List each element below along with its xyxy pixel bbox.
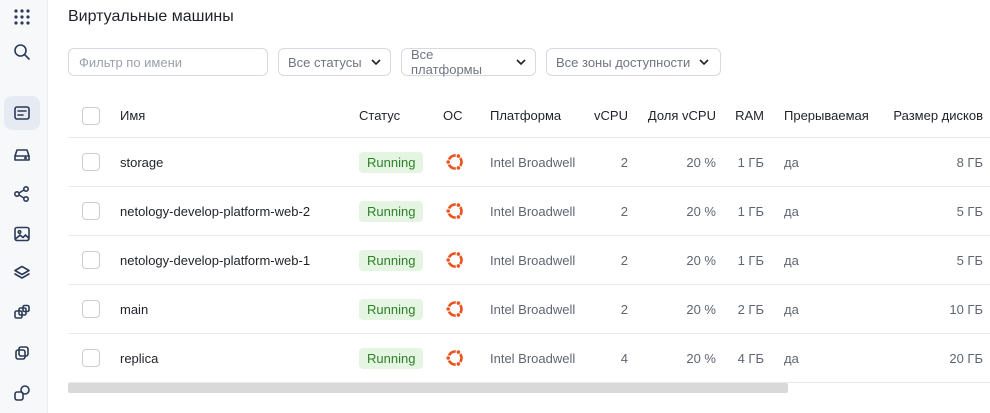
page-title: Виртуальные машины xyxy=(68,8,234,25)
vm-ram: 1 ГБ xyxy=(737,203,764,219)
vm-preemptible: да xyxy=(784,301,799,317)
column-header-name[interactable]: Имя xyxy=(120,94,145,137)
vm-vcpu-share: 20 % xyxy=(686,154,716,170)
placement-groups-icon[interactable] xyxy=(4,376,40,410)
platform-filter-dropdown[interactable]: Все платформы xyxy=(401,47,536,77)
vm-vcpu: 4 xyxy=(620,350,628,366)
vm-preemptible: да xyxy=(784,252,799,268)
zone-filter-dropdown[interactable]: Все зоны доступности xyxy=(546,48,721,76)
vm-name[interactable]: netology-develop-platform-web-2 xyxy=(120,187,310,235)
vm-ram: 1 ГБ xyxy=(737,252,764,268)
image-icon[interactable] xyxy=(4,217,40,251)
status-badge: Running xyxy=(359,298,424,320)
status-badge: Running xyxy=(359,200,424,222)
ubuntu-icon xyxy=(443,138,467,186)
table-header-row: Имя Статус ОС Платформа vCPU Доля vCPU R… xyxy=(68,94,990,138)
instance-groups-icon[interactable] xyxy=(4,296,40,330)
layers-icon[interactable] xyxy=(4,256,40,290)
vm-preemptible: да xyxy=(784,350,799,366)
disk-icon[interactable] xyxy=(4,138,40,172)
horizontal-scrollbar[interactable] xyxy=(68,383,788,393)
vm-vcpu: 2 xyxy=(620,301,628,317)
vm-vcpu-share: 20 % xyxy=(686,301,716,317)
status-badge: Running xyxy=(359,249,424,271)
table-row[interactable]: main Running Intel Broadwell 2 20 % 2 ГБ… xyxy=(68,285,990,334)
search-icon[interactable] xyxy=(4,35,40,69)
vm-disk-size: 10 ГБ xyxy=(949,301,983,317)
snapshots-icon[interactable] xyxy=(4,336,40,370)
column-header-platform[interactable]: Платформа xyxy=(490,94,561,137)
column-header-os[interactable]: ОС xyxy=(443,94,463,137)
column-header-preemptible[interactable]: Прерываемая xyxy=(784,94,869,137)
table-row[interactable]: netology-develop-platform-web-2 Running … xyxy=(68,187,990,236)
vm-platform: Intel Broadwell xyxy=(490,252,576,268)
vm-disk-size: 20 ГБ xyxy=(949,350,983,366)
vm-vcpu: 2 xyxy=(620,154,628,170)
ubuntu-icon xyxy=(443,187,467,235)
vm-name[interactable]: storage xyxy=(120,138,163,186)
vm-vcpu-share: 20 % xyxy=(686,350,716,366)
vm-name[interactable]: netology-develop-platform-web-1 xyxy=(120,236,310,284)
vm-name[interactable]: replica xyxy=(120,334,158,382)
row-checkbox[interactable] xyxy=(82,251,100,269)
vm-platform: Intel Broadwell xyxy=(490,350,576,366)
status-filter-dropdown[interactable]: Все статусы xyxy=(278,48,391,76)
vm-disk-size: 5 ГБ xyxy=(956,252,983,268)
network-icon[interactable] xyxy=(4,177,40,211)
column-header-vcpu[interactable]: vCPU xyxy=(588,94,628,137)
table-row[interactable]: storage Running Intel Broadwell 2 20 % 1… xyxy=(68,138,990,187)
platform-filter-label: Все платформы xyxy=(411,47,482,77)
table-row[interactable]: replica Running Intel Broadwell 4 20 % 4… xyxy=(68,334,990,383)
column-header-vcpu-share[interactable]: Доля vCPU xyxy=(648,94,716,137)
row-checkbox[interactable] xyxy=(82,300,100,318)
vm-disk-size: 8 ГБ xyxy=(956,154,983,170)
ubuntu-icon xyxy=(443,334,467,382)
status-filter-label: Все статусы xyxy=(288,54,362,70)
vm-ram: 1 ГБ xyxy=(737,154,764,170)
chevron-down-icon xyxy=(698,56,710,68)
vm-vcpu: 2 xyxy=(620,252,628,268)
sidebar xyxy=(0,0,48,413)
column-header-disk-size[interactable]: Размер дисков xyxy=(891,94,983,137)
zone-filter-label: Все зоны доступности xyxy=(556,54,691,70)
status-badge: Running xyxy=(359,151,424,173)
row-checkbox[interactable] xyxy=(82,202,100,220)
column-header-ram[interactable]: RAM xyxy=(728,94,764,137)
ubuntu-icon xyxy=(443,236,467,284)
vm-vcpu-share: 20 % xyxy=(686,203,716,219)
vm-preemptible: да xyxy=(784,154,799,170)
status-badge: Running xyxy=(359,347,424,369)
apps-grid-icon[interactable] xyxy=(4,0,40,34)
table-row[interactable]: netology-develop-platform-web-1 Running … xyxy=(68,236,990,285)
chevron-down-icon xyxy=(370,56,382,68)
vm-platform: Intel Broadwell xyxy=(490,154,576,170)
select-all-checkbox[interactable] xyxy=(82,106,100,125)
compute-list-icon[interactable] xyxy=(4,96,40,130)
vm-name[interactable]: main xyxy=(120,285,148,333)
vm-platform: Intel Broadwell xyxy=(490,203,576,219)
vm-table: Имя Статус ОС Платформа vCPU Доля vCPU R… xyxy=(68,94,990,383)
column-header-status[interactable]: Статус xyxy=(359,94,400,137)
vm-vcpu-share: 20 % xyxy=(686,252,716,268)
chevron-down-icon xyxy=(515,56,527,68)
vm-ram: 4 ГБ xyxy=(737,350,764,366)
ubuntu-icon xyxy=(443,285,467,333)
vm-disk-size: 5 ГБ xyxy=(956,203,983,219)
vm-platform: Intel Broadwell xyxy=(490,301,576,317)
row-checkbox[interactable] xyxy=(82,349,100,367)
vm-vcpu: 2 xyxy=(620,203,628,219)
name-filter-input[interactable] xyxy=(68,48,268,76)
vm-preemptible: да xyxy=(784,203,799,219)
vm-ram: 2 ГБ xyxy=(737,301,764,317)
row-checkbox[interactable] xyxy=(82,153,100,171)
